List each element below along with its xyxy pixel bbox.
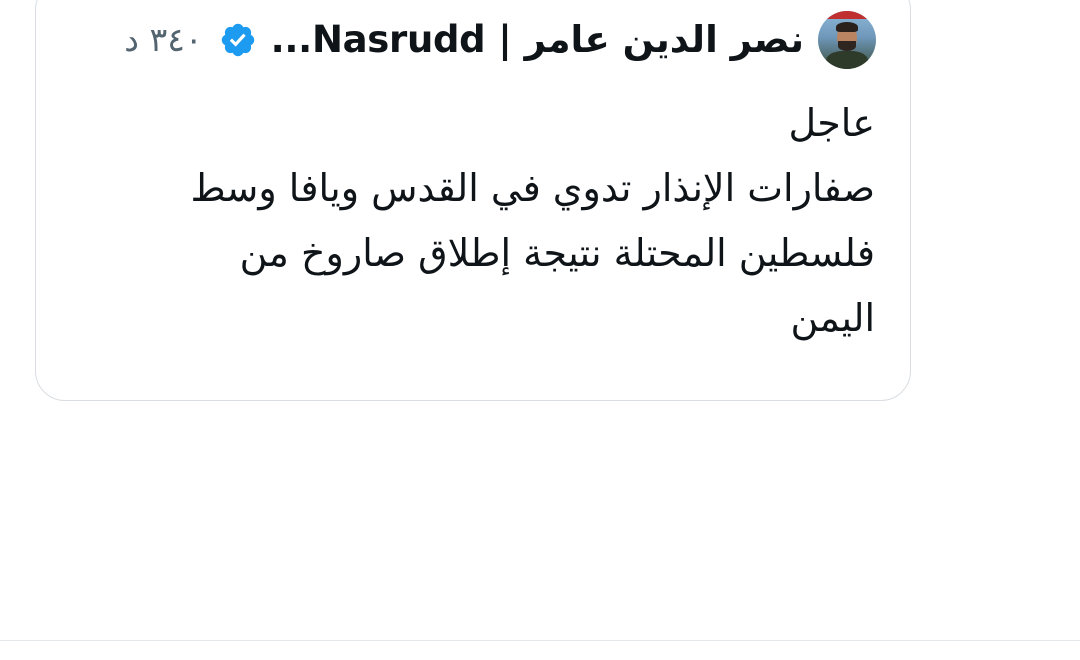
page: نصر الدين عامر | Nasrudd... ٣٤٠ د عاجل ص…: [0, 0, 1080, 660]
author-avatar[interactable]: [818, 11, 876, 69]
tweet-text-line: اليمن: [790, 296, 876, 340]
tweet-text-line: عاجل: [788, 101, 875, 145]
tweet-body: عاجل صفارات الإنذار تدوي في القدس ويافا …: [75, 91, 875, 351]
tweet-timestamp[interactable]: ٣٤٠ د: [124, 11, 202, 69]
verified-badge-icon: [221, 23, 254, 57]
divider: [0, 640, 1080, 641]
tweet-header: نصر الدين عامر | Nasrudd... ٣٤٠ د: [74, 11, 876, 69]
quoted-tweet-card[interactable]: نصر الدين عامر | Nasrudd... ٣٤٠ د عاجل ص…: [35, 0, 911, 401]
author-name[interactable]: نصر الدين عامر | Nasrudd...: [271, 11, 805, 69]
tweet-text-line: فلسطين المحتلة نتيجة إطلاق صاروخ من: [239, 231, 875, 275]
tweet-text-line: صفارات الإنذار تدوي في القدس ويافا وسط: [190, 166, 875, 210]
